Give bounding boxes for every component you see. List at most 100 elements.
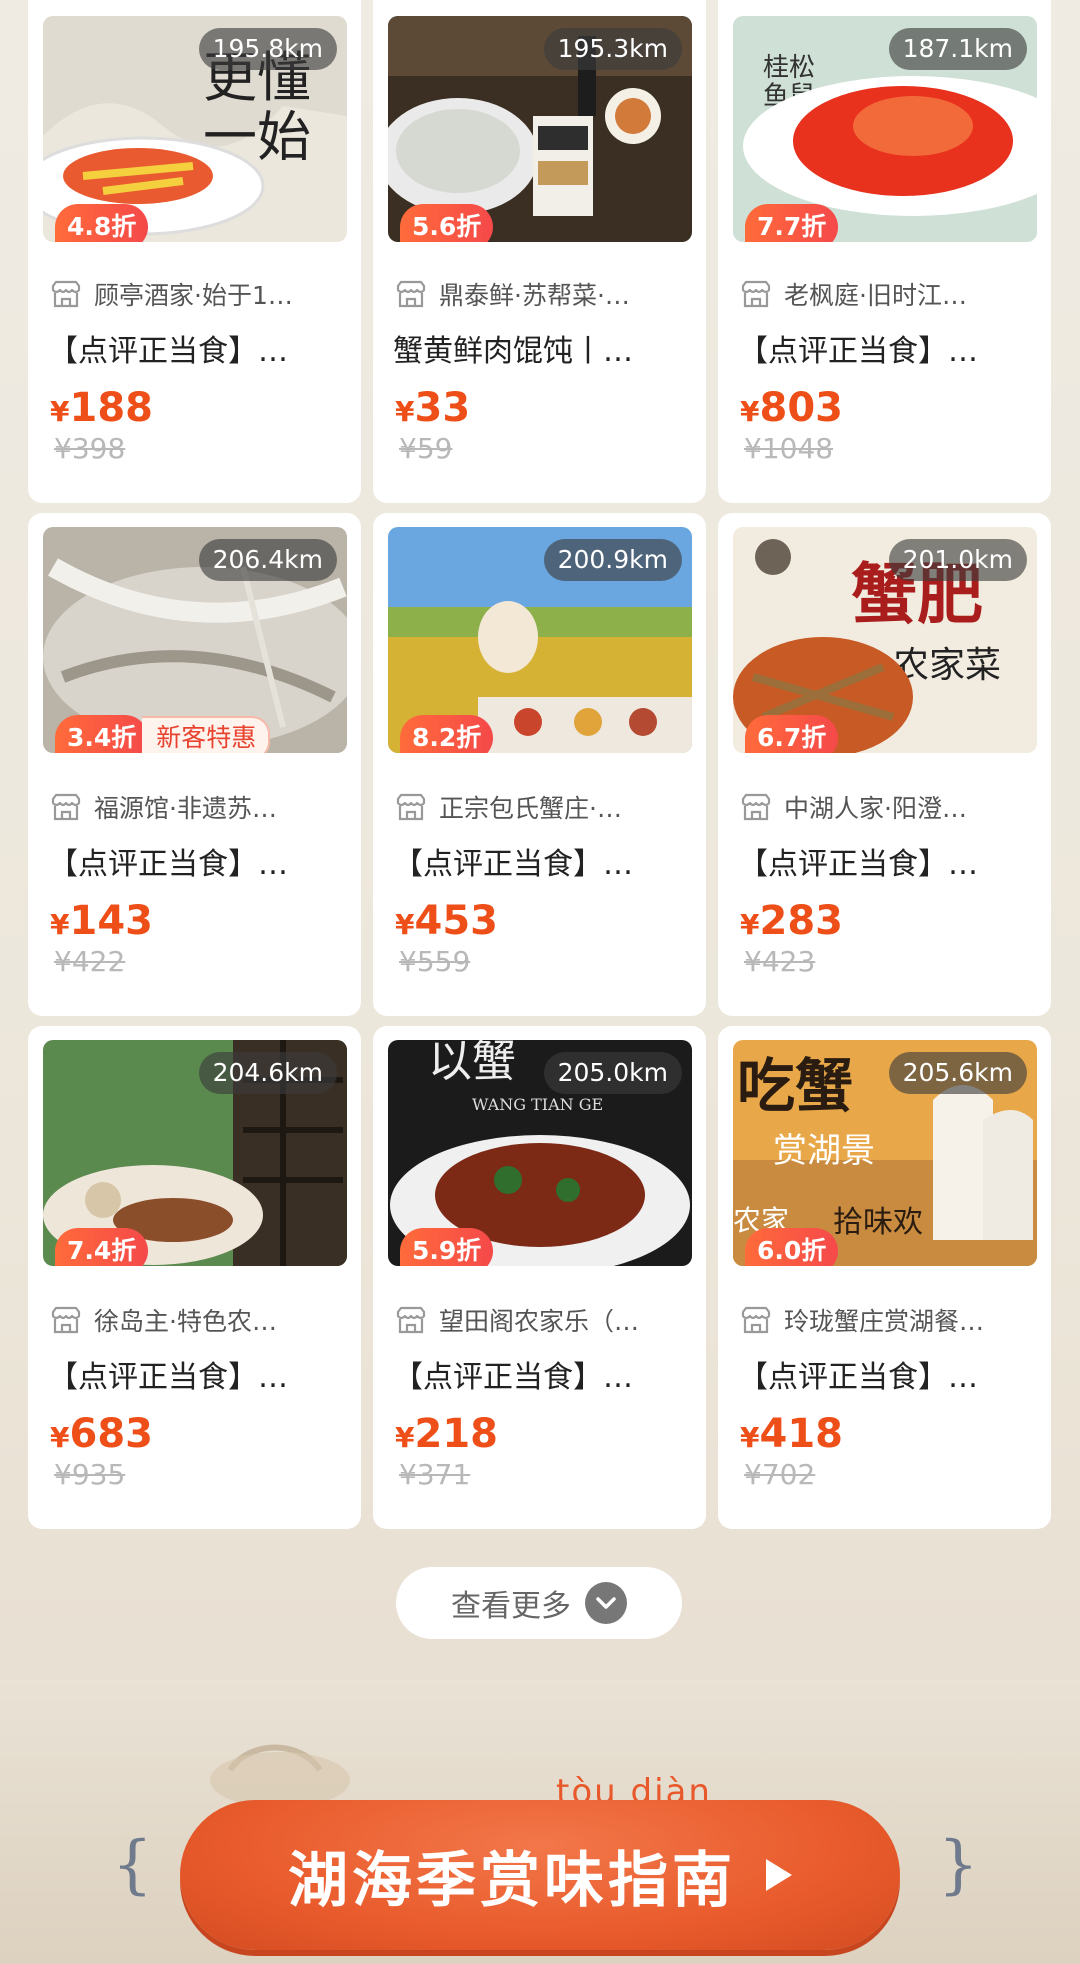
deal-card[interactable]: 吃蟹 赏湖景 拾味欢 农家 205.6km 6.0折 玲珑蟹庄赏湖餐… 【点评正… (718, 1026, 1051, 1529)
shop-row[interactable]: 福源馆·非遗苏… (50, 789, 347, 825)
deal-image[interactable]: 桂松鱼鼠 187.1km 7.7折 (733, 16, 1037, 242)
price-value: 803 (759, 385, 843, 431)
badge-row: 7.7折 (745, 204, 839, 242)
shop-name: 玲珑蟹庄赏湖餐… (784, 1307, 985, 1336)
badge-row: 5.9折 (400, 1228, 494, 1266)
deal-title[interactable]: 【点评正当食】… (393, 1352, 688, 1396)
discount-badge: 6.0折 (745, 1228, 839, 1266)
deal-card[interactable]: 蟹肥 农家菜 201.0km 6.7折 中湖人家·阳澄… 【点评正当食】… ¥2… (718, 513, 1051, 1016)
deal-card[interactable]: 204.6km 7.4折 徐岛主·特色农… 【点评正当食】… ¥683 ¥935 (28, 1026, 361, 1529)
deal-title[interactable]: 【点评正当食】… (48, 839, 343, 883)
original-price: ¥559 (399, 945, 471, 978)
see-more-label: 查看更多 (451, 1589, 571, 1624)
shop-name: 福源馆·非遗苏… (94, 794, 277, 823)
store-icon (51, 1306, 81, 1334)
badge-row: 6.7折 (745, 715, 839, 753)
deal-title[interactable]: 【点评正当食】… (738, 839, 1033, 883)
deal-image[interactable]: 吃蟹 赏湖景 拾味欢 农家 205.6km 6.0折 (733, 1040, 1037, 1266)
original-price: ¥371 (399, 1458, 471, 1491)
shop-row[interactable]: 老枫庭·旧时江… (740, 276, 1037, 312)
shop-row[interactable]: 望田阁农家乐（… (395, 1302, 692, 1338)
guide-banner-label: 湖海季赏味指南 (288, 1845, 736, 1916)
deal-image[interactable]: 200.9km 8.2折 (388, 527, 692, 753)
store-icon (51, 793, 81, 821)
new-customer-tag: 新客特惠 (142, 716, 271, 753)
store-icon (396, 1306, 426, 1334)
discount-badge: 8.2折 (400, 715, 494, 753)
discount-badge: 5.6折 (400, 204, 494, 242)
badge-row: 6.0折 (745, 1228, 839, 1266)
original-price: ¥398 (54, 432, 126, 465)
deal-price: ¥218 (395, 1410, 498, 1462)
deal-title[interactable]: 【点评正当食】… (48, 326, 343, 370)
shop-row[interactable]: 徐岛主·特色农… (50, 1302, 347, 1338)
deal-card[interactable]: 更懂一始 195.8km 4.8折 顾亭酒家·始于1… 【点评正当食】… ¥18… (28, 0, 361, 503)
deal-price: ¥283 (740, 897, 843, 949)
distance-badge: 205.0km (543, 1052, 682, 1094)
deal-title[interactable]: 蟹黄鲜肉馄饨丨… (393, 326, 688, 370)
deal-image[interactable]: 更懂一始 195.8km 4.8折 (43, 16, 347, 242)
store-icon (741, 1306, 771, 1334)
deal-card[interactable]: 以蟹 WANG TIAN GE 205.0km 5.9折 望田阁农家乐（… 【点… (373, 1026, 706, 1529)
shop-name: 顾亭酒家·始于1… (94, 281, 293, 310)
discount-badge: 7.7折 (745, 204, 839, 242)
badge-row: 3.4折 新客特惠 (55, 715, 271, 753)
store-icon (396, 280, 426, 308)
shop-row[interactable]: 鼎泰鲜·苏帮菜·… (395, 276, 692, 312)
shop-name: 鼎泰鲜·苏帮菜·… (439, 281, 630, 310)
deal-price: ¥33 (395, 384, 470, 436)
deal-price: ¥418 (740, 1410, 843, 1462)
chevron-down-icon (585, 1582, 627, 1624)
discount-badge: 5.9折 (400, 1228, 494, 1266)
page: 更懂一始 195.8km 4.8折 顾亭酒家·始于1… 【点评正当食】… ¥18… (0, 0, 1080, 1964)
shop-name: 徐岛主·特色农… (94, 1307, 277, 1336)
original-price: ¥1048 (744, 432, 834, 465)
distance-badge: 206.4km (198, 539, 337, 581)
image-caption: 拾味欢 (833, 1205, 923, 1240)
distance-badge: 204.6km (198, 1052, 337, 1094)
original-price: ¥59 (399, 432, 453, 465)
currency-symbol: ¥ (50, 395, 70, 428)
deal-card[interactable]: 桂松鱼鼠 187.1km 7.7折 老枫庭·旧时江… 【点评正当食】… ¥803… (718, 0, 1051, 503)
badge-row: 5.6折 (400, 204, 494, 242)
shop-row[interactable]: 正宗包氏蟹庄·… (395, 789, 692, 825)
shop-row[interactable]: 玲珑蟹庄赏湖餐… (740, 1302, 1037, 1338)
currency-symbol: ¥ (740, 395, 760, 428)
price-value: 683 (69, 1411, 153, 1457)
image-headline: 吃蟹 (737, 1052, 853, 1120)
deal-image[interactable]: 蟹肥 农家菜 201.0km 6.7折 (733, 527, 1037, 753)
currency-symbol: ¥ (50, 1421, 70, 1454)
distance-badge: 201.0km (888, 539, 1027, 581)
deal-title[interactable]: 【点评正当食】… (393, 839, 688, 883)
badge-row: 7.4折 (55, 1228, 149, 1266)
deal-card[interactable]: 195.3km 5.6折 鼎泰鲜·苏帮菜·… 蟹黄鲜肉馄饨丨… ¥33 ¥59 (373, 0, 706, 503)
deal-price: ¥188 (50, 384, 153, 436)
distance-badge: 195.8km (198, 28, 337, 70)
currency-symbol: ¥ (50, 908, 70, 941)
product-grid: 更懂一始 195.8km 4.8折 顾亭酒家·始于1… 【点评正当食】… ¥18… (28, 0, 1052, 1529)
image-headline: 以蟹 (428, 1040, 516, 1087)
deal-image[interactable]: 204.6km 7.4折 (43, 1040, 347, 1266)
original-price: ¥422 (54, 945, 126, 978)
price-value: 33 (414, 385, 471, 431)
deal-card[interactable]: 200.9km 8.2折 正宗包氏蟹庄·… 【点评正当食】… ¥453 ¥559 (373, 513, 706, 1016)
see-more-button[interactable]: 查看更多 (396, 1567, 682, 1639)
shop-row[interactable]: 顾亭酒家·始于1… (50, 276, 347, 312)
discount-badge: 4.8折 (55, 204, 149, 242)
shop-row[interactable]: 中湖人家·阳澄… (740, 789, 1037, 825)
deal-image[interactable]: 以蟹 WANG TIAN GE 205.0km 5.9折 (388, 1040, 692, 1266)
shop-name: 中湖人家·阳澄… (784, 794, 967, 823)
guide-banner-button[interactable]: 湖海季赏味指南 (180, 1800, 900, 1950)
deal-image[interactable]: 206.4km 3.4折 新客特惠 (43, 527, 347, 753)
deal-title[interactable]: 【点评正当食】… (738, 1352, 1033, 1396)
deal-image[interactable]: 195.3km 5.6折 (388, 16, 692, 242)
price-value: 143 (69, 898, 153, 944)
badge-row: 8.2折 (400, 715, 494, 753)
currency-symbol: ¥ (740, 908, 760, 941)
deal-title[interactable]: 【点评正当食】… (48, 1352, 343, 1396)
original-price: ¥935 (54, 1458, 126, 1491)
deal-card[interactable]: 206.4km 3.4折 新客特惠 福源馆·非遗苏… 【点评正当食】… ¥143… (28, 513, 361, 1016)
currency-symbol: ¥ (395, 395, 415, 428)
deal-title[interactable]: 【点评正当食】… (738, 326, 1033, 370)
deal-price: ¥453 (395, 897, 498, 949)
